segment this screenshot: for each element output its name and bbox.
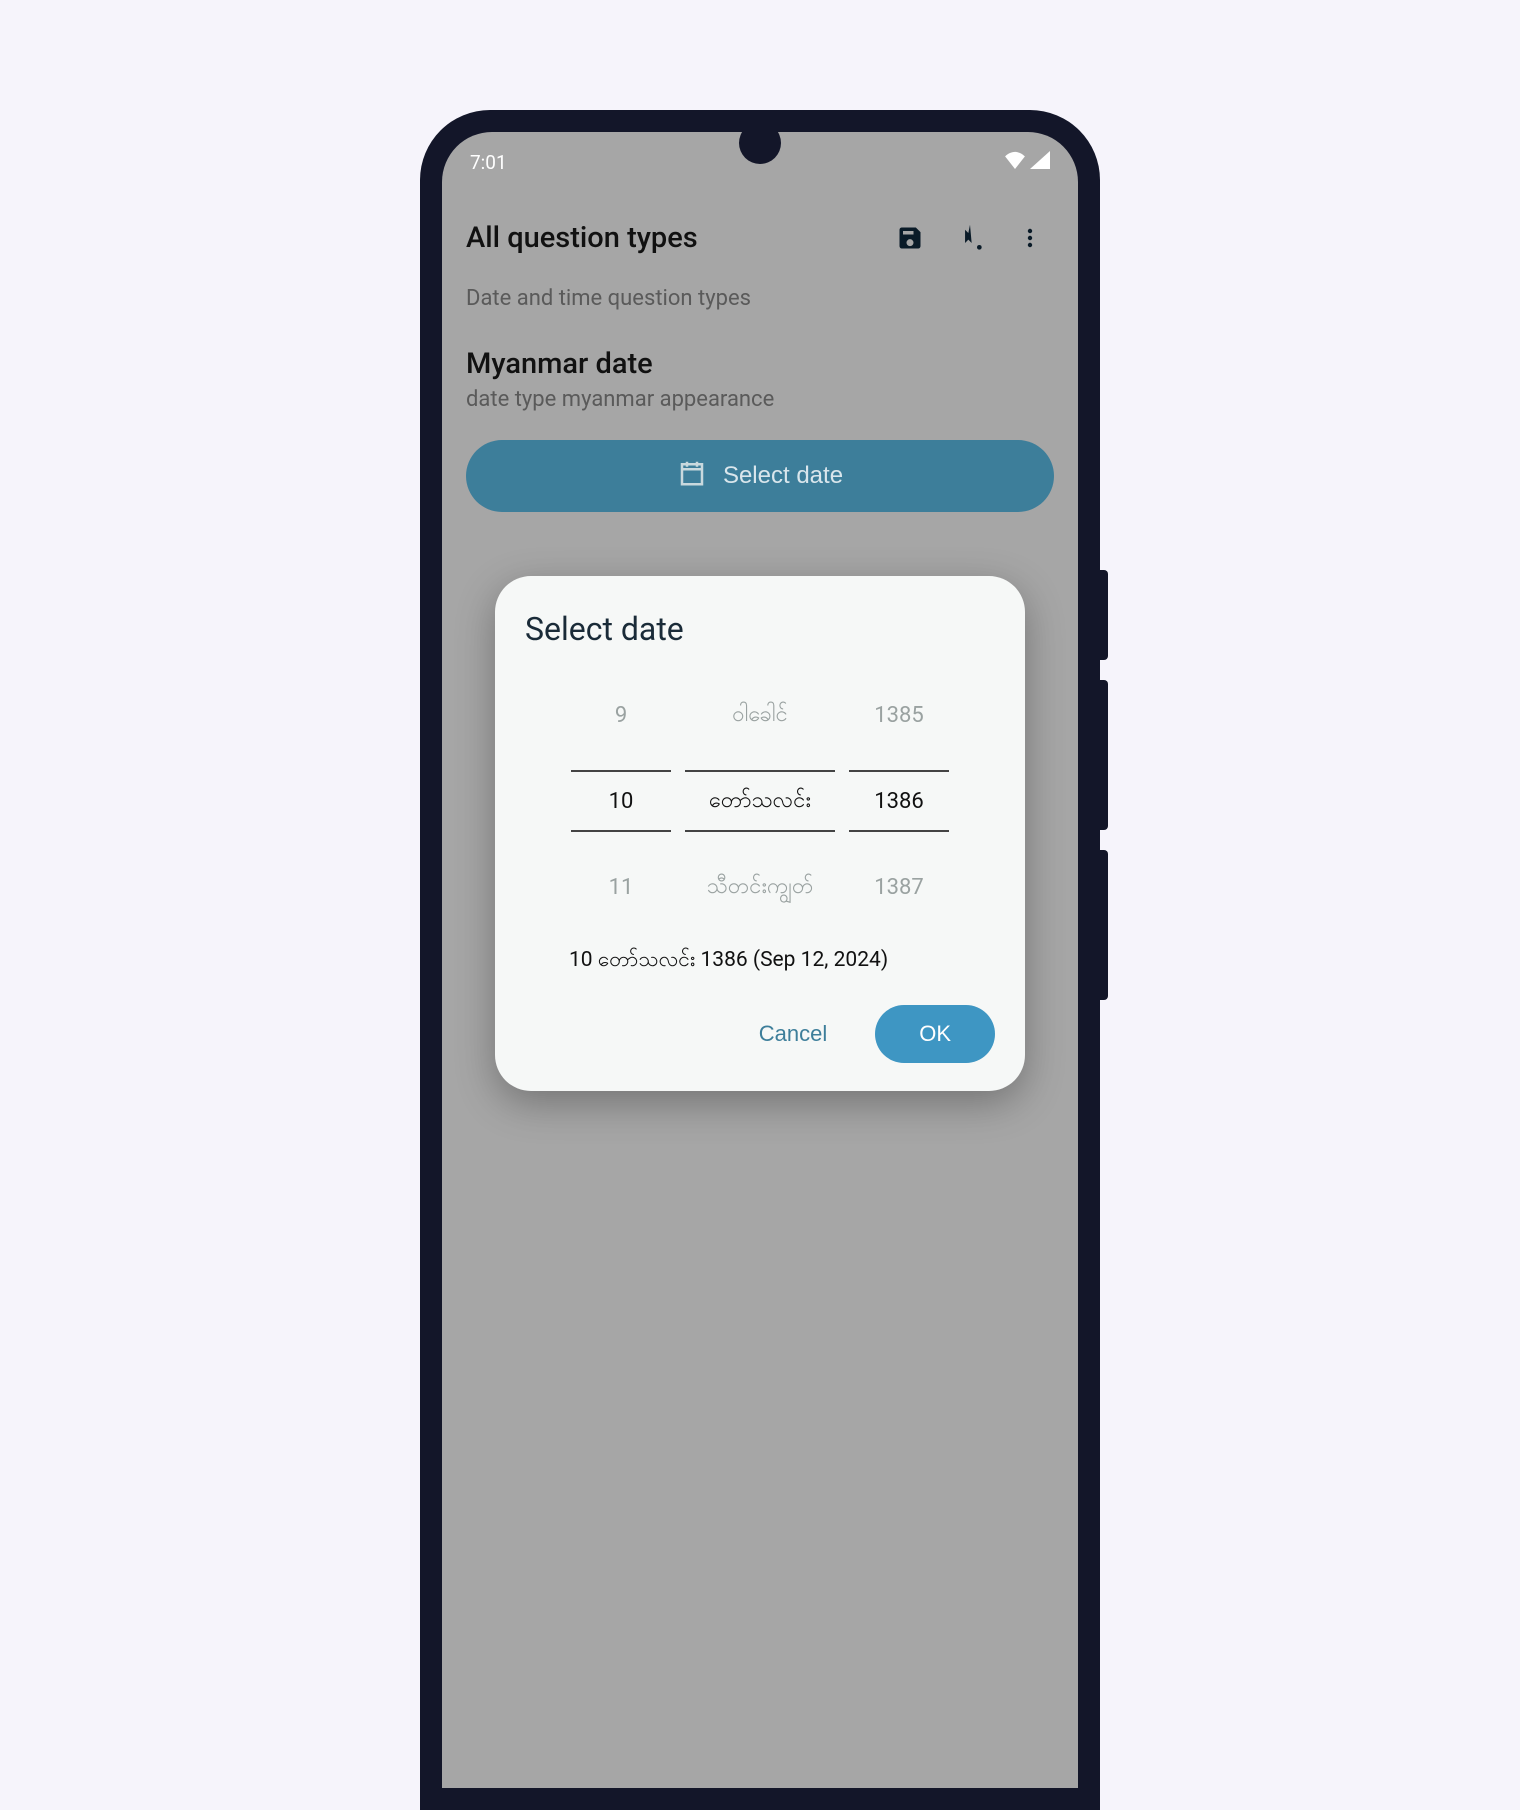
more-options-button[interactable] (1006, 214, 1054, 262)
ok-button[interactable]: OK (875, 1005, 995, 1063)
phone-power-button (1100, 570, 1108, 660)
day-next[interactable]: 11 (571, 856, 671, 918)
year-picker[interactable]: 1385 1386 1387 (849, 684, 949, 918)
select-date-label: Select date (723, 462, 843, 490)
dialog-title: Select date (525, 610, 995, 648)
year-next[interactable]: 1387 (849, 856, 949, 918)
status-icons (1004, 151, 1050, 174)
go-to-button[interactable] (946, 214, 994, 262)
app-bar: All question types (442, 182, 1078, 278)
date-pickers: 9 10 11 ဝါခေါင် တော်သလင်း သီတင်းကျွတ် 13… (525, 684, 995, 918)
page-title: All question types (466, 221, 874, 255)
save-button[interactable] (886, 214, 934, 262)
question-title: Myanmar date (466, 347, 1054, 381)
day-prev[interactable]: 9 (571, 684, 671, 746)
month-prev[interactable]: ဝါခေါင် (685, 684, 835, 746)
selected-date-summary: 10 တော်သလင်း 1386 (Sep 12, 2024) (525, 946, 995, 977)
wifi-icon (1004, 151, 1026, 174)
content-area: Date and time question types Myanmar dat… (442, 278, 1078, 520)
month-picker[interactable]: ဝါခေါင် တော်သလင်း သီတင်းကျွတ် (685, 684, 835, 918)
year-selected[interactable]: 1386 (849, 770, 949, 832)
phone-volume-up-button (1100, 680, 1108, 830)
select-date-button[interactable]: Select date (466, 440, 1054, 512)
status-time: 7:01 (470, 151, 507, 174)
calendar-icon (677, 458, 707, 495)
month-next[interactable]: သီတင်းကျွတ် (685, 856, 835, 918)
phone-screen: 7:01 All question types D (442, 132, 1078, 1788)
date-picker-dialog: Select date 9 10 11 ဝါခေါင် တော်သလင်း သီ… (495, 576, 1025, 1091)
cancel-button[interactable]: Cancel (739, 1009, 847, 1059)
month-selected[interactable]: တော်သလင်း (685, 770, 835, 832)
day-picker[interactable]: 9 10 11 (571, 684, 671, 918)
section-label: Date and time question types (466, 286, 1054, 311)
day-selected[interactable]: 10 (571, 770, 671, 832)
phone-volume-down-button (1100, 850, 1108, 1000)
dialog-actions: Cancel OK (525, 1005, 995, 1063)
year-prev[interactable]: 1385 (849, 684, 949, 746)
cell-signal-icon (1030, 151, 1050, 174)
phone-frame: 7:01 All question types D (420, 110, 1100, 1810)
question-subtitle: date type myanmar appearance (466, 387, 1054, 412)
